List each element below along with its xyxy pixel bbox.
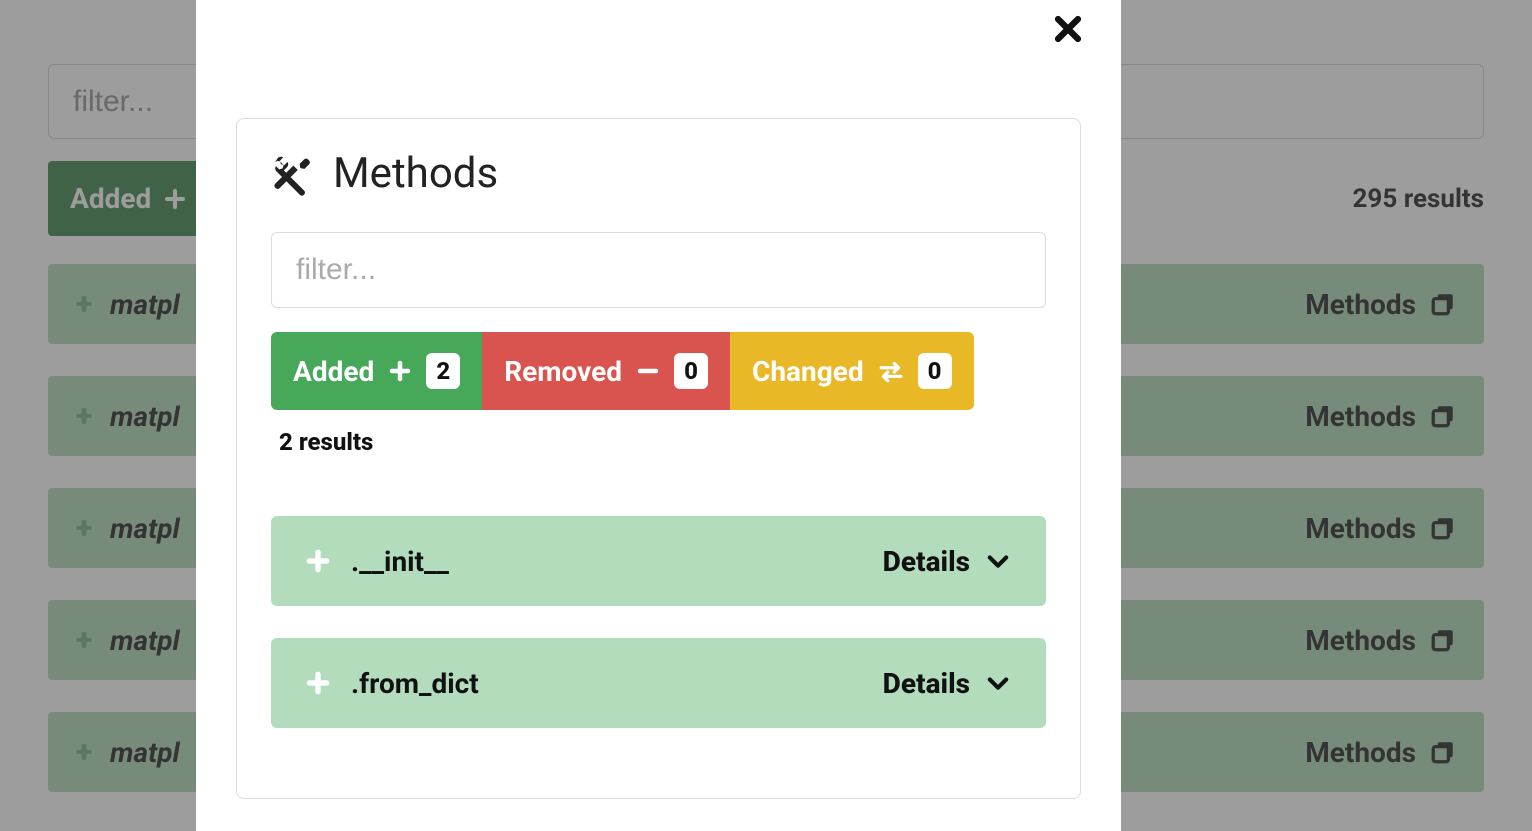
wrench-icon	[271, 152, 315, 196]
close-icon	[1051, 12, 1085, 46]
removed-pill-count: 0	[674, 353, 708, 389]
plus-icon	[388, 359, 412, 383]
chevron-down-icon	[984, 669, 1012, 697]
methods-modal: Methods Added 2 Removed 0 Changed	[196, 0, 1121, 831]
close-button[interactable]	[1043, 4, 1093, 54]
added-pill[interactable]: Added 2	[271, 332, 482, 410]
details-button[interactable]: Details	[883, 667, 1012, 700]
swap-icon	[878, 358, 904, 384]
plus-icon	[305, 548, 331, 574]
removed-pill[interactable]: Removed 0	[482, 332, 730, 410]
item-name: .__init__	[351, 545, 449, 578]
modal-results-count: 2 results	[271, 428, 1046, 456]
list-item[interactable]: .__init__ Details	[271, 516, 1046, 606]
modal-title-text: Methods	[333, 149, 498, 198]
changed-pill-count: 0	[918, 353, 952, 389]
details-label: Details	[883, 667, 970, 700]
changed-pill[interactable]: Changed 0	[730, 332, 974, 410]
item-name: .from_dict	[351, 667, 479, 700]
details-label: Details	[883, 545, 970, 578]
chevron-down-icon	[984, 547, 1012, 575]
plus-icon	[305, 670, 331, 696]
details-button[interactable]: Details	[883, 545, 1012, 578]
modal-filter-input[interactable]	[271, 232, 1046, 308]
status-pill-bar: Added 2 Removed 0 Changed 0	[271, 332, 974, 410]
list-item[interactable]: .from_dict Details	[271, 638, 1046, 728]
added-pill-label: Added	[293, 355, 374, 388]
modal-title: Methods	[271, 149, 1046, 198]
minus-icon	[636, 359, 660, 383]
removed-pill-label: Removed	[504, 355, 622, 388]
modal-card: Methods Added 2 Removed 0 Changed	[236, 118, 1081, 799]
modal-result-list: .__init__ Details .from_dict Det	[271, 516, 1046, 728]
added-pill-count: 2	[426, 353, 460, 389]
changed-pill-label: Changed	[752, 355, 864, 388]
